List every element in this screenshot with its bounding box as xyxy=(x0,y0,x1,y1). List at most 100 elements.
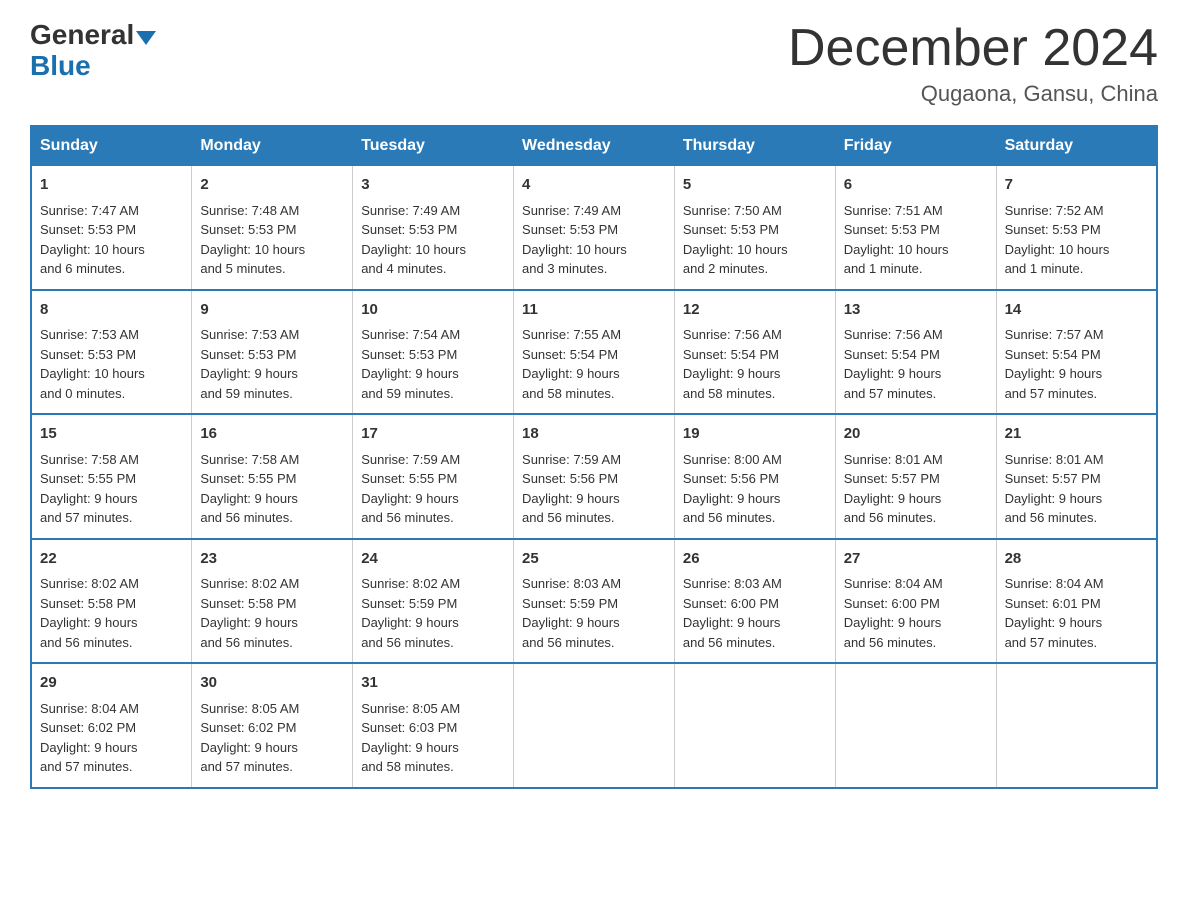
header-sunday: Sunday xyxy=(31,126,192,166)
table-row: 12 Sunrise: 7:56 AMSunset: 5:54 PMDayligh… xyxy=(674,290,835,415)
day-number: 8 xyxy=(40,299,183,322)
table-row: 22 Sunrise: 8:02 AMSunset: 5:58 PMDayligh… xyxy=(31,539,192,664)
table-row: 29 Sunrise: 8:04 AMSunset: 6:02 PMDayligh… xyxy=(31,663,192,788)
table-row: 28Sunrise: 8:04 AMSunset: 6:01 PMDayligh… xyxy=(996,539,1157,664)
day-number: 19 xyxy=(683,423,827,446)
day-info: Sunrise: 7:58 AMSunset: 5:55 PMDaylight:… xyxy=(200,452,299,526)
logo-triangle-icon xyxy=(136,31,156,45)
day-info: Sunrise: 7:52 AMSunset: 5:53 PMDaylight:… xyxy=(1005,203,1110,277)
day-info: Sunrise: 8:02 AMSunset: 5:59 PMDaylight:… xyxy=(361,576,460,650)
day-info: Sunrise: 7:51 AMSunset: 5:53 PMDaylight:… xyxy=(844,203,949,277)
logo-blue-text: Blue xyxy=(30,50,91,81)
title-block: December 2024 Qugaona, Gansu, China xyxy=(788,20,1158,107)
table-row xyxy=(674,663,835,788)
day-info: Sunrise: 7:59 AMSunset: 5:55 PMDaylight:… xyxy=(361,452,460,526)
header-thursday: Thursday xyxy=(674,126,835,166)
day-number: 29 xyxy=(40,672,183,695)
day-info: Sunrise: 8:04 AMSunset: 6:00 PMDaylight:… xyxy=(844,576,943,650)
table-row: 16Sunrise: 7:58 AMSunset: 5:55 PMDayligh… xyxy=(192,414,353,539)
day-info: Sunrise: 8:00 AMSunset: 5:56 PMDaylight:… xyxy=(683,452,782,526)
table-row xyxy=(996,663,1157,788)
logo: General Blue xyxy=(30,20,156,82)
day-number: 14 xyxy=(1005,299,1148,322)
table-row: 15Sunrise: 7:58 AMSunset: 5:55 PMDayligh… xyxy=(31,414,192,539)
day-number: 26 xyxy=(683,548,827,571)
day-number: 31 xyxy=(361,672,505,695)
day-info: Sunrise: 7:47 AMSunset: 5:53 PMDaylight:… xyxy=(40,203,145,277)
table-row: 19 Sunrise: 8:00 AMSunset: 5:56 PMDayligh… xyxy=(674,414,835,539)
table-row: 26 Sunrise: 8:03 AMSunset: 6:00 PMDayligh… xyxy=(674,539,835,664)
calendar-week-row: 29 Sunrise: 8:04 AMSunset: 6:02 PMDayligh… xyxy=(31,663,1157,788)
table-row: 20 Sunrise: 8:01 AMSunset: 5:57 PMDayligh… xyxy=(835,414,996,539)
page-subtitle: Qugaona, Gansu, China xyxy=(788,81,1158,107)
day-number: 22 xyxy=(40,548,183,571)
table-row: 25 Sunrise: 8:03 AMSunset: 5:59 PMDayligh… xyxy=(514,539,675,664)
calendar-header-row: Sunday Monday Tuesday Wednesday Thursday… xyxy=(31,126,1157,166)
day-info: Sunrise: 8:05 AMSunset: 6:02 PMDaylight:… xyxy=(200,701,299,775)
logo-general-line: General xyxy=(30,20,156,51)
day-number: 24 xyxy=(361,548,505,571)
day-number: 13 xyxy=(844,299,988,322)
day-number: 18 xyxy=(522,423,666,446)
table-row: 11 Sunrise: 7:55 AMSunset: 5:54 PMDayligh… xyxy=(514,290,675,415)
table-row: 1 Sunrise: 7:47 AMSunset: 5:53 PMDaylight… xyxy=(31,166,192,290)
day-number: 3 xyxy=(361,174,505,197)
table-row: 10 Sunrise: 7:54 AMSunset: 5:53 PMDayligh… xyxy=(353,290,514,415)
table-row: 23 Sunrise: 8:02 AMSunset: 5:58 PMDayligh… xyxy=(192,539,353,664)
header-wednesday: Wednesday xyxy=(514,126,675,166)
page-header: General Blue December 2024 Qugaona, Gans… xyxy=(30,20,1158,107)
day-info: Sunrise: 7:57 AMSunset: 5:54 PMDaylight:… xyxy=(1005,327,1104,401)
day-number: 25 xyxy=(522,548,666,571)
calendar-table: Sunday Monday Tuesday Wednesday Thursday… xyxy=(30,125,1158,789)
table-row: 17Sunrise: 7:59 AMSunset: 5:55 PMDayligh… xyxy=(353,414,514,539)
day-number: 20 xyxy=(844,423,988,446)
day-info: Sunrise: 7:48 AMSunset: 5:53 PMDaylight:… xyxy=(200,203,305,277)
day-number: 10 xyxy=(361,299,505,322)
table-row: 2 Sunrise: 7:48 AMSunset: 5:53 PMDaylight… xyxy=(192,166,353,290)
day-number: 11 xyxy=(522,299,666,322)
table-row: 21Sunrise: 8:01 AMSunset: 5:57 PMDayligh… xyxy=(996,414,1157,539)
day-info: Sunrise: 7:56 AMSunset: 5:54 PMDaylight:… xyxy=(683,327,782,401)
day-info: Sunrise: 8:05 AMSunset: 6:03 PMDaylight:… xyxy=(361,701,460,775)
day-info: Sunrise: 7:49 AMSunset: 5:53 PMDaylight:… xyxy=(361,203,466,277)
day-info: Sunrise: 8:03 AMSunset: 5:59 PMDaylight:… xyxy=(522,576,621,650)
table-row: 30Sunrise: 8:05 AMSunset: 6:02 PMDayligh… xyxy=(192,663,353,788)
day-info: Sunrise: 8:02 AMSunset: 5:58 PMDaylight:… xyxy=(200,576,299,650)
day-number: 15 xyxy=(40,423,183,446)
table-row: 18Sunrise: 7:59 AMSunset: 5:56 PMDayligh… xyxy=(514,414,675,539)
table-row: 8 Sunrise: 7:53 AMSunset: 5:53 PMDaylight… xyxy=(31,290,192,415)
day-number: 2 xyxy=(200,174,344,197)
day-info: Sunrise: 7:55 AMSunset: 5:54 PMDaylight:… xyxy=(522,327,621,401)
table-row: 14 Sunrise: 7:57 AMSunset: 5:54 PMDayligh… xyxy=(996,290,1157,415)
table-row: 6 Sunrise: 7:51 AMSunset: 5:53 PMDaylight… xyxy=(835,166,996,290)
calendar-week-row: 22 Sunrise: 8:02 AMSunset: 5:58 PMDayligh… xyxy=(31,539,1157,664)
day-info: Sunrise: 7:53 AMSunset: 5:53 PMDaylight:… xyxy=(40,327,145,401)
header-tuesday: Tuesday xyxy=(353,126,514,166)
day-number: 1 xyxy=(40,174,183,197)
page-title: December 2024 xyxy=(788,20,1158,77)
day-number: 4 xyxy=(522,174,666,197)
header-saturday: Saturday xyxy=(996,126,1157,166)
day-info: Sunrise: 8:04 AMSunset: 6:01 PMDaylight:… xyxy=(1005,576,1104,650)
day-number: 23 xyxy=(200,548,344,571)
day-info: Sunrise: 8:01 AMSunset: 5:57 PMDaylight:… xyxy=(844,452,943,526)
day-info: Sunrise: 7:50 AMSunset: 5:53 PMDaylight:… xyxy=(683,203,788,277)
day-number: 9 xyxy=(200,299,344,322)
header-friday: Friday xyxy=(835,126,996,166)
day-number: 6 xyxy=(844,174,988,197)
calendar-week-row: 15 Sunrise: 7:58 AMSunset: 5:55 PMDayligh… xyxy=(31,414,1157,539)
table-row: 7Sunrise: 7:52 AMSunset: 5:53 PMDaylight… xyxy=(996,166,1157,290)
day-info: Sunrise: 7:54 AMSunset: 5:53 PMDaylight:… xyxy=(361,327,460,401)
day-info: Sunrise: 8:04 AMSunset: 6:02 PMDaylight:… xyxy=(40,701,139,775)
table-row: 4Sunrise: 7:49 AMSunset: 5:53 PMDaylight… xyxy=(514,166,675,290)
calendar-week-row: 8 Sunrise: 7:53 AMSunset: 5:53 PMDaylight… xyxy=(31,290,1157,415)
day-number: 27 xyxy=(844,548,988,571)
logo-general-text: General xyxy=(30,19,134,50)
day-number: 12 xyxy=(683,299,827,322)
day-info: Sunrise: 8:02 AMSunset: 5:58 PMDaylight:… xyxy=(40,576,139,650)
table-row: 13 Sunrise: 7:56 AMSunset: 5:54 PMDayligh… xyxy=(835,290,996,415)
day-info: Sunrise: 7:56 AMSunset: 5:54 PMDaylight:… xyxy=(844,327,943,401)
day-info: Sunrise: 8:03 AMSunset: 6:00 PMDaylight:… xyxy=(683,576,782,650)
day-info: Sunrise: 8:01 AMSunset: 5:57 PMDaylight:… xyxy=(1005,452,1104,526)
logo-blue-line: Blue xyxy=(30,51,91,82)
